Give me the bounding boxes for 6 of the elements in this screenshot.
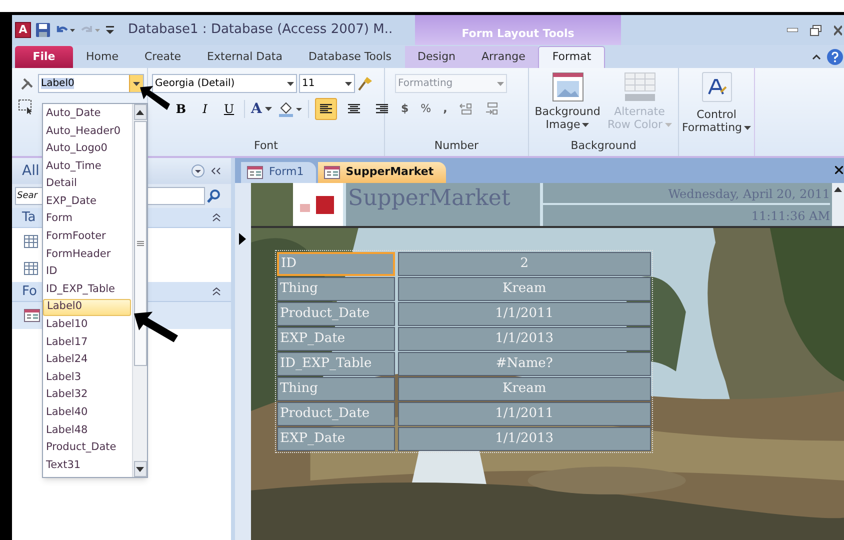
group-label: Background xyxy=(570,138,636,154)
group-label: Number xyxy=(434,138,479,154)
group-label: Font xyxy=(254,138,278,154)
object-name: Label0 xyxy=(41,78,74,90)
window-title: Database1 : Database (Access 2007) M.. xyxy=(128,21,393,40)
contextual-tab-title: Form Layout Tools xyxy=(462,26,574,42)
